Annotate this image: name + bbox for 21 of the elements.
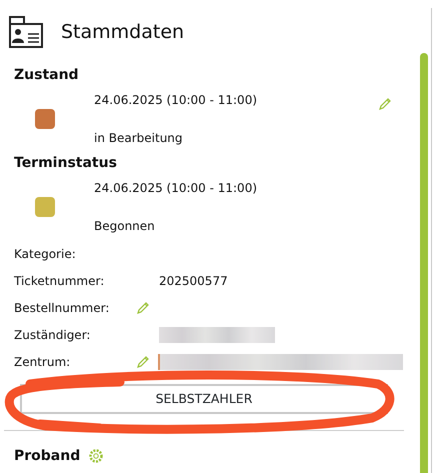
status-text: in Bearbeitung [94,130,184,147]
section-heading: Terminstatus [14,154,118,173]
date-text: 24.06.2025 (10:00 - 11:00) [94,180,258,197]
edit-icon[interactable] [136,300,150,314]
section-heading: Proband [14,447,80,466]
section-heading: Zustand [14,66,80,85]
date-text: 24.06.2025 (10:00 - 11:00) [94,92,258,109]
edit-icon[interactable] [378,96,392,111]
edit-icon[interactable] [136,354,150,368]
field-value: 202500577 [159,272,228,290]
id-card-icon [8,15,45,49]
field-label: Zentrum: [14,354,72,370]
selbstzahler-button[interactable]: SELBSTZAHLER [20,384,388,414]
settings-icon[interactable] [88,448,104,464]
field-label: Ticketnummer: [14,272,106,290]
field-label: Kategorie: [14,246,77,262]
field-label: Zuständiger: [14,326,92,344]
field-label: Bestellnummer: [14,300,110,316]
scrollbar-thumb[interactable] [420,53,428,473]
panel-title: Stammdaten [61,20,184,45]
status-text: Begonnen [94,218,156,235]
